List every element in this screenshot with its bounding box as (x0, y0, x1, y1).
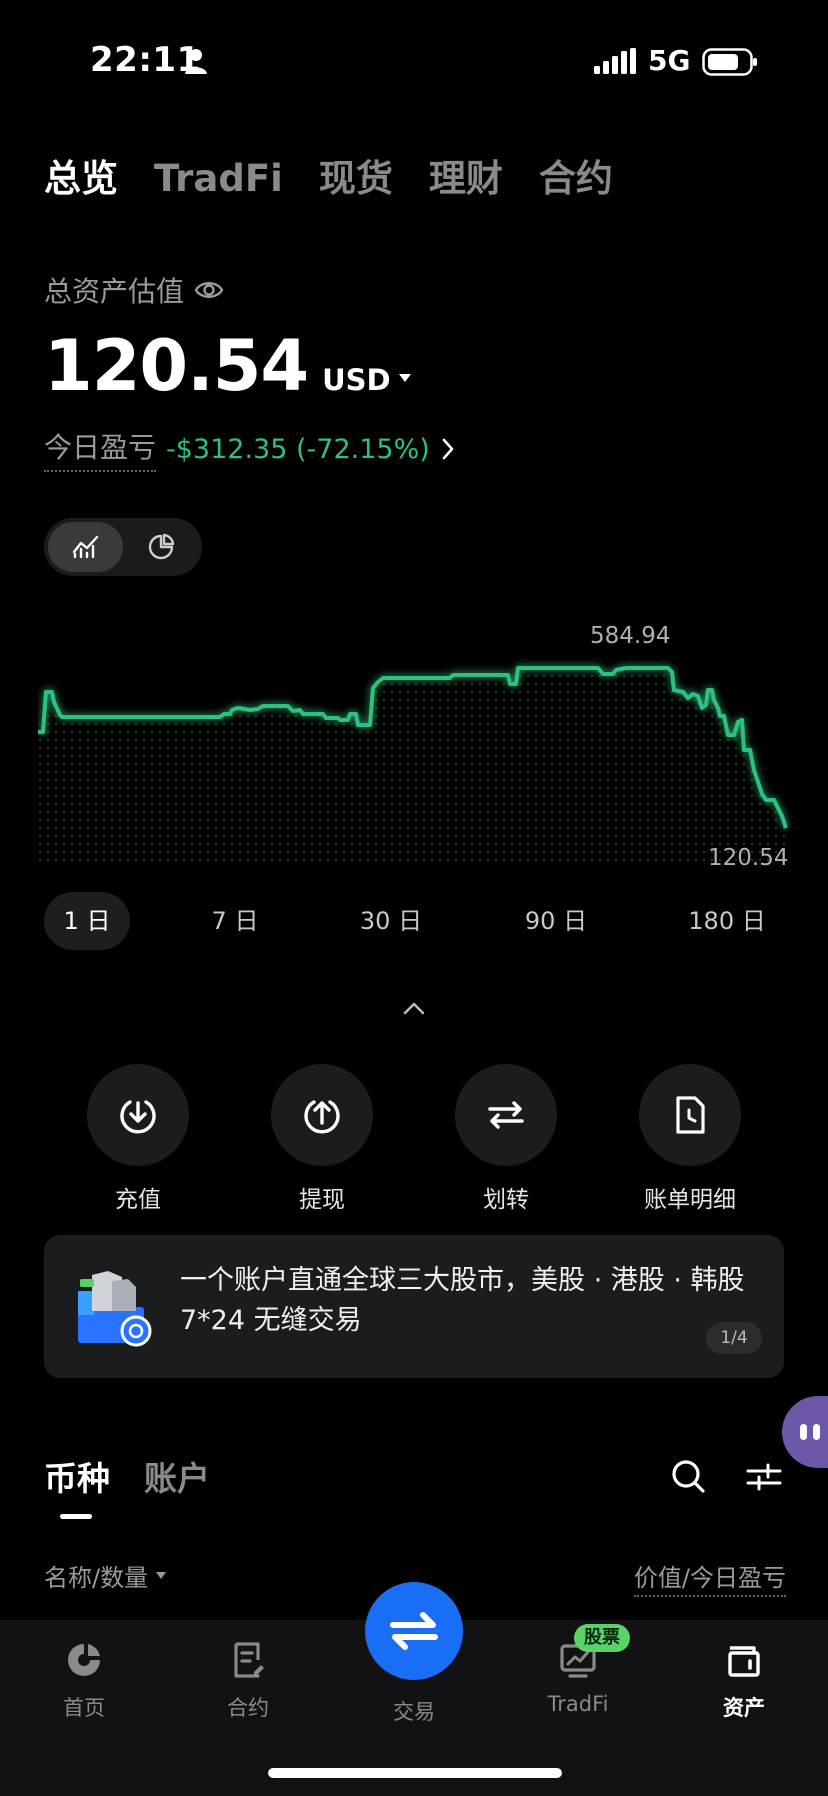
total-balance: 120.54 (44, 325, 309, 407)
currency-label: USD (322, 363, 391, 397)
nav-home[interactable]: 首页 (24, 1640, 144, 1722)
balance-row: 120.54 USD (44, 325, 411, 407)
today-pnl-value: -$312.35 (-72.15%) (166, 433, 430, 465)
chart-min-label: 120.54 (708, 845, 789, 871)
stock-badge: 股票 (574, 1624, 630, 1652)
tab-futures[interactable]: 合约 (539, 148, 613, 202)
sort-name-quantity[interactable]: 名称/数量 (44, 1558, 167, 1593)
range-tab-1d[interactable]: 1 日 (44, 892, 130, 950)
banner-text: 一个账户直通全球三大股市，美股 · 港股 · 韩股 7*24 无缝交易 (180, 1265, 745, 1336)
caret-down-icon (156, 1572, 167, 1579)
filter-icon[interactable] (746, 1462, 782, 1492)
deposit-button[interactable]: 充值 (48, 1064, 228, 1214)
currency-selector[interactable]: USD (322, 363, 411, 397)
nav-trade-label: 交易 (393, 1700, 435, 1724)
pie-chart-icon (148, 533, 174, 560)
home-logo-icon (68, 1644, 100, 1676)
bill-icon (676, 1096, 705, 1134)
nav-contract-label: 合约 (227, 1696, 269, 1720)
line-chart-icon (72, 535, 98, 559)
chevron-down-icon (398, 374, 411, 382)
nav-contract[interactable]: 合约 (188, 1640, 308, 1722)
nav-tradfi-label: TradFi (547, 1692, 609, 1716)
range-tab-90d[interactable]: 90 日 (508, 892, 604, 950)
quick-actions: 充值 提现 划转 账单明细 (0, 1064, 828, 1214)
tab-coins[interactable]: 币种 (44, 1452, 110, 1519)
assistant-float-button[interactable] (782, 1396, 828, 1468)
nav-home-label: 首页 (63, 1696, 105, 1720)
total-asset-label: 总资产估值 (44, 275, 185, 308)
wallet-icon (728, 1646, 760, 1677)
battery-icon (702, 48, 757, 76)
range-tab-180d[interactable]: 180 日 (672, 892, 782, 950)
today-pnl-label: 今日盈亏 (44, 426, 157, 472)
column-header-value[interactable]: 价值/今日盈亏 (633, 1558, 786, 1597)
tab-tradfi[interactable]: TradFi (154, 157, 283, 200)
tab-earn[interactable]: 理财 (429, 148, 503, 202)
transfer-label: 划转 (483, 1187, 529, 1213)
line-chart-toggle[interactable] (48, 522, 123, 572)
nav-assets[interactable]: 资产 (684, 1640, 804, 1722)
bill-details-button[interactable]: 账单明细 (600, 1064, 780, 1214)
contract-icon (234, 1642, 264, 1678)
deposit-icon (120, 1100, 156, 1134)
trade-button[interactable] (365, 1582, 463, 1680)
withdraw-icon (304, 1100, 340, 1134)
banner-page-indicator: 1/4 (706, 1322, 762, 1354)
range-tab-30d[interactable]: 30 日 (348, 892, 434, 950)
today-pnl-row[interactable]: 今日盈亏 -$312.35 (-72.15%) (44, 426, 456, 472)
tab-spot[interactable]: 现货 (319, 148, 393, 202)
home-indicator (268, 1768, 562, 1778)
nav-assets-label: 资产 (723, 1696, 765, 1720)
withdraw-label: 提现 (299, 1187, 345, 1213)
asset-list-tabs: 币种 账户 (44, 1452, 210, 1519)
global-stocks-illustration (78, 1271, 152, 1347)
status-bar: 22:11 5G (0, 0, 828, 120)
tab-overview[interactable]: 总览 (44, 148, 118, 202)
signal-icon (594, 48, 636, 74)
chart-max-label: 584.94 (590, 623, 671, 649)
column-header-name: 名称/数量 (44, 1564, 149, 1592)
asset-label-row: 总资产估值 (44, 270, 224, 310)
chart-area-fill (38, 668, 786, 862)
pie-chart-toggle[interactable] (123, 522, 198, 572)
transfer-icon (488, 1101, 524, 1129)
bill-details-label: 账单明细 (644, 1187, 736, 1213)
asset-line-chart (38, 666, 788, 862)
time-range-tabs: 1 日 7 日 30 日 90 日 180 日 (44, 892, 788, 950)
eye-icon[interactable] (194, 279, 224, 301)
swap-icon (390, 1612, 438, 1650)
chevron-up-icon[interactable] (402, 1000, 426, 1016)
promo-banner[interactable]: 一个账户直通全球三大股市，美股 · 港股 · 韩股 7*24 无缝交易 1/4 (44, 1235, 784, 1378)
search-icon[interactable] (670, 1458, 706, 1494)
assistant-icon (800, 1424, 807, 1440)
top-tab-bar: 总览 TradFi 现货 理财 合约 (44, 148, 613, 200)
transfer-button[interactable]: 划转 (416, 1064, 596, 1214)
tab-accounts[interactable]: 账户 (144, 1452, 210, 1500)
chevron-right-icon (442, 438, 454, 460)
chart-type-toggle (44, 518, 202, 576)
deposit-label: 充值 (115, 1187, 161, 1213)
range-tab-7d[interactable]: 7 日 (192, 892, 278, 950)
person-icon (185, 49, 207, 74)
network-label: 5G (648, 44, 691, 77)
withdraw-button[interactable]: 提现 (232, 1064, 412, 1214)
